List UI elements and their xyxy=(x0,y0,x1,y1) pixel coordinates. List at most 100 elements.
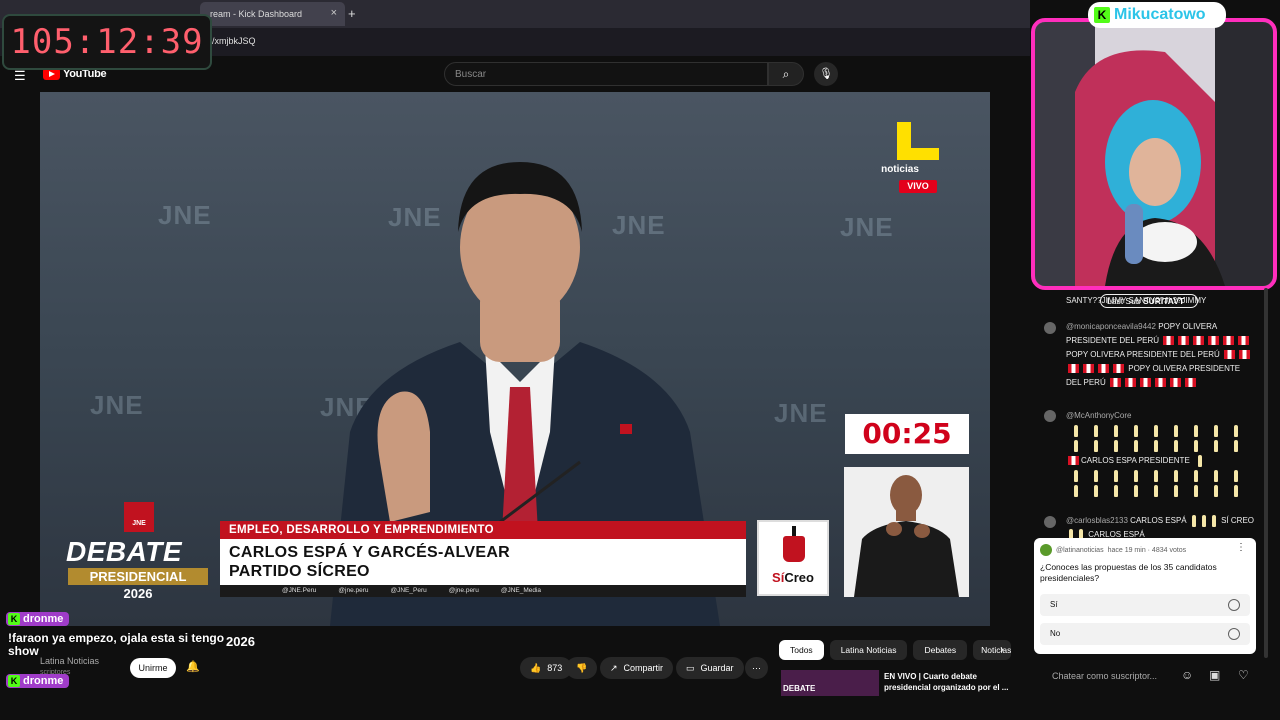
chat-text: CARLOS ESPA PRESIDENTE xyxy=(1081,456,1190,465)
chevron-right-icon[interactable]: › xyxy=(1000,644,1004,656)
menu-icon[interactable]: ☰ xyxy=(14,68,26,84)
poll-question: ¿Conoces las propuestas de los 35 candid… xyxy=(1040,562,1217,583)
chat-text: SANTY??JIMMY SANTY??JI ??JIMMY xyxy=(1066,296,1207,305)
social-facebook: @JNE.Peru xyxy=(282,587,317,594)
chat-username: dronme xyxy=(23,675,64,687)
chat-message: @carlosblas2133 CARLOS ESPÁ SÍ CREO CARL… xyxy=(1044,514,1254,538)
stream-uptime-timer: 105:12:39 xyxy=(2,14,212,70)
recommended-video[interactable]: DEBATE EN VIVO | Cuarto debate presidenc… xyxy=(781,670,1021,696)
poll-option[interactable]: No xyxy=(1040,623,1250,645)
chat-username: dronme xyxy=(23,613,64,625)
debate-subtitle: PRESIDENCIAL xyxy=(68,568,208,585)
chat-username-badge: K dronme xyxy=(6,674,70,688)
candidate-name: CARLOS ESPÁ Y GARCÉS-ALVEAR PARTIDO SÍCR… xyxy=(220,539,746,585)
close-tab-icon[interactable]: × xyxy=(331,7,337,19)
poll-option-label: No xyxy=(1050,629,1061,638)
jne-emblem-icon: JNE xyxy=(124,502,154,532)
chat-username[interactable]: @carlosblas2133 xyxy=(1066,516,1128,525)
emoji-icon[interactable]: ☺ xyxy=(1181,668,1193,682)
avatar[interactable] xyxy=(1044,516,1056,528)
heart-icon[interactable]: ♡ xyxy=(1238,668,1249,682)
thumbnail-label: DEBATE xyxy=(783,684,816,693)
social-tiktok: @jne.peru xyxy=(448,587,479,594)
chat-message-text: !faraon ya empezo, ojala esta si tengo s… xyxy=(8,631,225,658)
chip-latina-noticias[interactable]: Latina Noticias xyxy=(829,640,908,660)
poll-option[interactable]: Sí xyxy=(1040,594,1250,616)
chat-text: CARLOS ESPÁ xyxy=(1088,530,1145,538)
chat-text: SÍ CREO xyxy=(1221,516,1254,525)
new-tab-icon[interactable]: + xyxy=(348,6,356,21)
social-youtube: @JNE_Media xyxy=(500,587,542,594)
super-chat-icon[interactable]: ▣ xyxy=(1209,668,1220,682)
sign-language-interpreter xyxy=(844,467,969,597)
radio-icon[interactable] xyxy=(1228,599,1240,611)
bell-icon[interactable]: 🔔 xyxy=(186,660,200,673)
live-badge: VIVO xyxy=(899,180,937,193)
thumbs-down-icon: 👎 xyxy=(576,663,588,673)
chip-noticias[interactable]: Noticias xyxy=(973,640,1012,660)
poll-option-label: Sí xyxy=(1050,600,1058,609)
like-button[interactable]: 👍 873 xyxy=(520,657,573,679)
candle-icon xyxy=(783,526,805,562)
microphone-icon[interactable]: 🎙 xyxy=(814,62,838,86)
chat-message: @McAnthonyCore CARLOS ESPA PRESIDENTE xyxy=(1044,408,1254,498)
debate-logo: JNE DEBATE PRESIDENCIAL 2026 xyxy=(62,500,214,601)
streamer-name: Mikucatowo xyxy=(1114,6,1206,23)
kick-chat-message: K dronme xyxy=(6,609,232,627)
kick-icon: K xyxy=(1094,7,1110,23)
save-button[interactable]: ▭ Guardar xyxy=(676,657,744,679)
kick-chat-message: K dronme xyxy=(6,671,70,689)
chip-todos[interactable]: Todos xyxy=(779,640,824,660)
dislike-button[interactable]: 👎 xyxy=(566,657,598,679)
browser-tab[interactable]: ream - Kick Dashboard × xyxy=(200,2,345,26)
poll-channel: @latinanoticias xyxy=(1056,546,1104,554)
debate-topic: EMPLEO, DESARROLLO Y EMPRENDIMIENTO xyxy=(220,521,746,539)
avatar[interactable] xyxy=(1044,322,1056,334)
share-label: Compartir xyxy=(623,663,664,673)
debate-year: 2026 xyxy=(123,586,153,601)
poll-header: @latinanoticias hace 19 min · 4834 votos xyxy=(1040,544,1186,556)
radio-icon[interactable] xyxy=(1228,628,1240,640)
jne-watermark: JNE xyxy=(158,200,212,230)
chip-debates[interactable]: Debates xyxy=(913,640,968,660)
avatar[interactable] xyxy=(1044,410,1056,422)
candidate-lower-third: EMPLEO, DESARROLLO Y EMPRENDIMIENTO CARL… xyxy=(220,521,746,597)
social-instagram: @jne.peru xyxy=(338,587,369,594)
streamer-webcam xyxy=(1035,22,1273,286)
chat-username[interactable]: @monicaponceavila9442 xyxy=(1066,322,1156,331)
party-name-a: Sí xyxy=(772,570,785,585)
kick-icon: K xyxy=(8,613,20,625)
join-button[interactable]: Unirme xyxy=(130,658,176,678)
chat-username-badge: K dronme xyxy=(6,612,70,626)
tab-title: ream - Kick Dashboard xyxy=(210,9,303,19)
chat-text: CARLOS ESPÁ xyxy=(1130,516,1187,525)
like-count: 873 xyxy=(547,663,563,673)
share-button[interactable]: ↗ Compartir xyxy=(600,657,674,679)
url-text[interactable]: /xmjbkJSQ xyxy=(212,36,256,46)
save-label: Guardar xyxy=(700,663,734,673)
party-name-b: Creo xyxy=(784,570,814,585)
thumbs-up-icon: 👍 xyxy=(530,663,542,673)
chat-username[interactable]: @McAnthonyCore xyxy=(1066,411,1131,420)
candidate-name-line1: CARLOS ESPÁ Y GARCÉS-ALVEAR xyxy=(229,544,511,561)
webcam-frame xyxy=(1031,18,1277,290)
poll-card: @latinanoticias hace 19 min · 4834 votos… xyxy=(1034,538,1256,654)
streamer-name-banner: K Mikucatowo xyxy=(1088,2,1226,28)
interpreter-figure xyxy=(844,467,969,597)
chat-input[interactable]: Chatear como suscriptor... xyxy=(1044,664,1176,688)
recommended-title[interactable]: EN VIVO | Cuarto debate presidencial org… xyxy=(884,671,1016,693)
search-icon[interactable]: ⌕ xyxy=(768,62,804,86)
avatar xyxy=(1040,544,1052,556)
more-vert-icon[interactable]: ⋮ xyxy=(1236,542,1246,553)
more-actions-button[interactable]: ⋯ xyxy=(745,657,768,679)
poll-meta: hace 19 min · 4834 votos xyxy=(1107,546,1187,554)
chat-message: @monicaponceavila9442 POPY OLIVERA PRESI… xyxy=(1044,320,1254,390)
countdown-timer: 00:25 xyxy=(845,414,969,454)
debate-title: DEBATE xyxy=(66,536,183,567)
recommendation-chips: Todos Latina Noticias Debates Noticias xyxy=(779,640,1012,660)
jne-watermark: JNE xyxy=(90,390,144,420)
search-input[interactable]: Buscar xyxy=(444,62,768,86)
recommended-thumbnail[interactable]: DEBATE xyxy=(781,670,879,696)
chat-scrollbar[interactable] xyxy=(1264,288,1268,658)
bookmark-icon: ▭ xyxy=(686,663,695,673)
